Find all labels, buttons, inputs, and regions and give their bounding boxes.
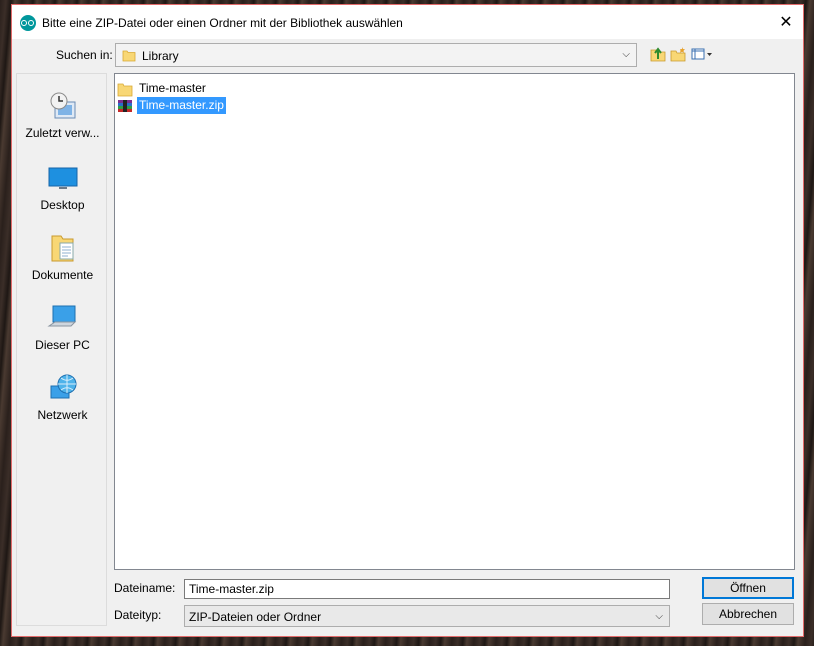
desktop-icon	[17, 162, 108, 194]
computer-icon	[17, 302, 108, 334]
sidebar-item-label: Dieser PC	[35, 338, 90, 352]
look-in-combobox[interactable]: Library ⌵	[115, 43, 637, 67]
filename-label: Dateiname:	[114, 581, 176, 595]
filename-input[interactable]: Time-master.zip	[184, 579, 670, 599]
look-in-label: Suchen in:	[56, 48, 113, 62]
cancel-button[interactable]: Abbrechen	[702, 603, 794, 625]
new-folder-icon[interactable]	[669, 45, 687, 63]
up-folder-icon[interactable]	[649, 45, 667, 63]
sidebar-item-recent[interactable]: Zuletzt verw...	[17, 90, 108, 140]
file-name: Time-master	[139, 81, 206, 95]
folder-icon	[122, 48, 136, 65]
folder-icon	[117, 83, 133, 97]
sidebar-item-documents[interactable]: Dokumente	[17, 232, 108, 282]
documents-icon	[17, 232, 108, 264]
sidebar-item-network[interactable]: Netzwerk	[17, 372, 108, 422]
sidebar-item-label: Netzwerk	[37, 408, 88, 422]
list-item[interactable]: Time-master	[117, 80, 206, 97]
look-in-value: Library	[142, 49, 179, 63]
network-icon	[17, 372, 108, 404]
file-name: Time-master.zip	[136, 96, 227, 115]
title-bar: Bitte eine ZIP-Datei oder einen Ordner m…	[12, 5, 803, 39]
chevron-down-icon: ⌵	[622, 49, 630, 60]
recent-places-icon	[17, 90, 108, 122]
close-button[interactable]: ✕	[775, 13, 797, 33]
dialog-title: Bitte eine ZIP-Datei oder einen Ordner m…	[42, 16, 403, 30]
sidebar-item-label: Dokumente	[31, 268, 94, 282]
file-chooser-dialog: Bitte eine ZIP-Datei oder einen Ordner m…	[11, 4, 804, 637]
filetype-select[interactable]: ZIP-Dateien oder Ordner ⌵	[184, 605, 670, 627]
zip-archive-icon	[118, 100, 132, 112]
filetype-label: Dateityp:	[114, 608, 162, 622]
sidebar-item-label: Desktop	[40, 198, 85, 212]
sidebar-item-this-pc[interactable]: Dieser PC	[17, 302, 108, 352]
file-list[interactable]: Time-master Time-master.zip	[114, 73, 795, 570]
open-button[interactable]: Öffnen	[702, 577, 794, 599]
arduino-app-icon	[20, 15, 36, 31]
filetype-value: ZIP-Dateien oder Ordner	[189, 610, 322, 624]
list-item-selected[interactable]: Time-master.zip	[117, 96, 227, 115]
sidebar-item-label: Zuletzt verw...	[25, 126, 100, 140]
sidebar-item-desktop[interactable]: Desktop	[17, 162, 108, 212]
chevron-down-icon: ⌵	[655, 611, 663, 622]
view-menu-icon[interactable]	[690, 45, 714, 63]
places-sidebar: Zuletzt verw... Desktop Dokumente Dieser…	[16, 73, 107, 626]
